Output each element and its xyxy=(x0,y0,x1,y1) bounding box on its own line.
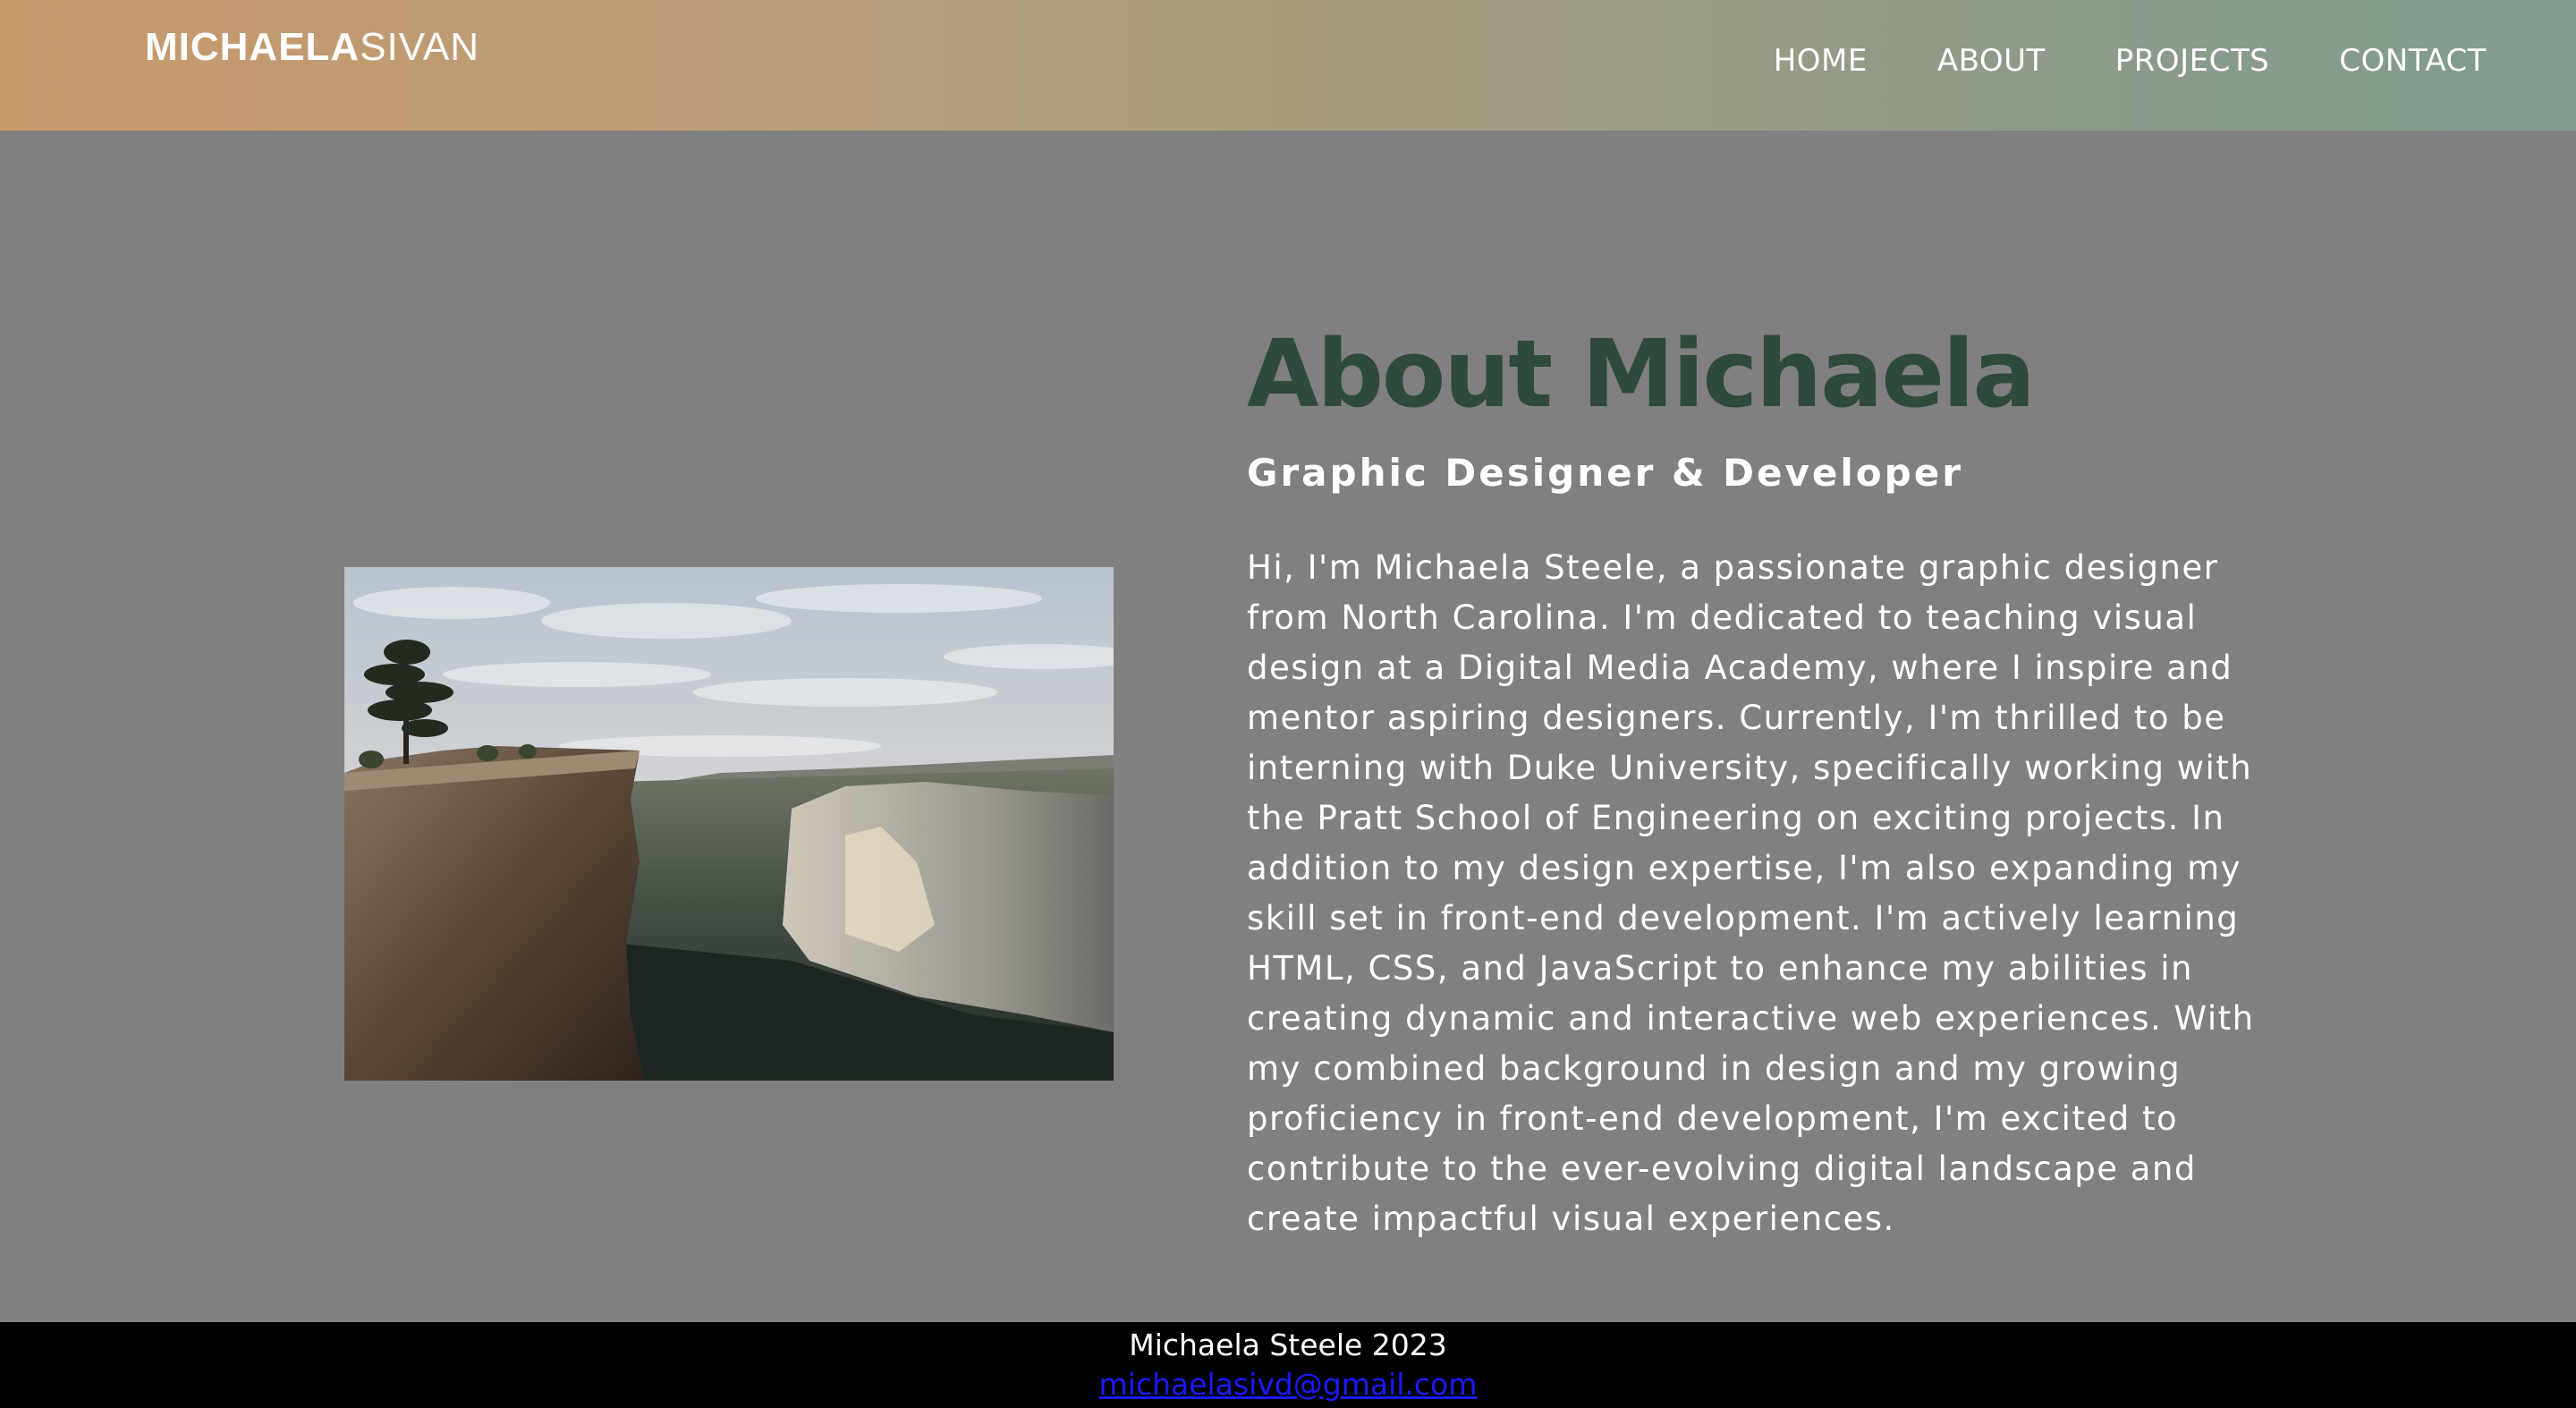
site-footer: Michaela Steele 2023 michaelasivd@gmail.… xyxy=(0,1322,2576,1408)
site-logo[interactable]: MICHAELASIVAN xyxy=(145,25,479,70)
footer-copyright: Michaela Steele 2023 xyxy=(1129,1327,1447,1362)
nav-projects-link[interactable]: PROJECTS xyxy=(2115,43,2270,79)
site-header: MICHAELASIVAN HOME ABOUT PROJECTS CONTAC… xyxy=(0,0,2576,131)
about-paragraph: Hi, I'm Michaela Steele, a passionate gr… xyxy=(1247,548,2255,1238)
main-nav: HOME ABOUT PROJECTS CONTACT xyxy=(1774,43,2487,79)
logo-first-name: MICHAELA xyxy=(145,25,360,69)
nav-home-link[interactable]: HOME xyxy=(1774,43,1868,79)
nav-contact-link[interactable]: CONTACT xyxy=(2339,43,2487,79)
nav-about-link[interactable]: ABOUT xyxy=(1937,43,2046,79)
cliff-valley-photo xyxy=(344,567,1114,1081)
footer-email-link[interactable]: michaelasivd@gmail.com xyxy=(1099,1365,1478,1404)
page-title: About Michaela xyxy=(1247,319,2036,428)
logo-last-name: SIVAN xyxy=(360,25,479,69)
page-subtitle: Graphic Designer & Developer xyxy=(1247,451,1963,495)
about-text-block: About Michaela Graphic Designer & Develo… xyxy=(1247,318,2258,1244)
